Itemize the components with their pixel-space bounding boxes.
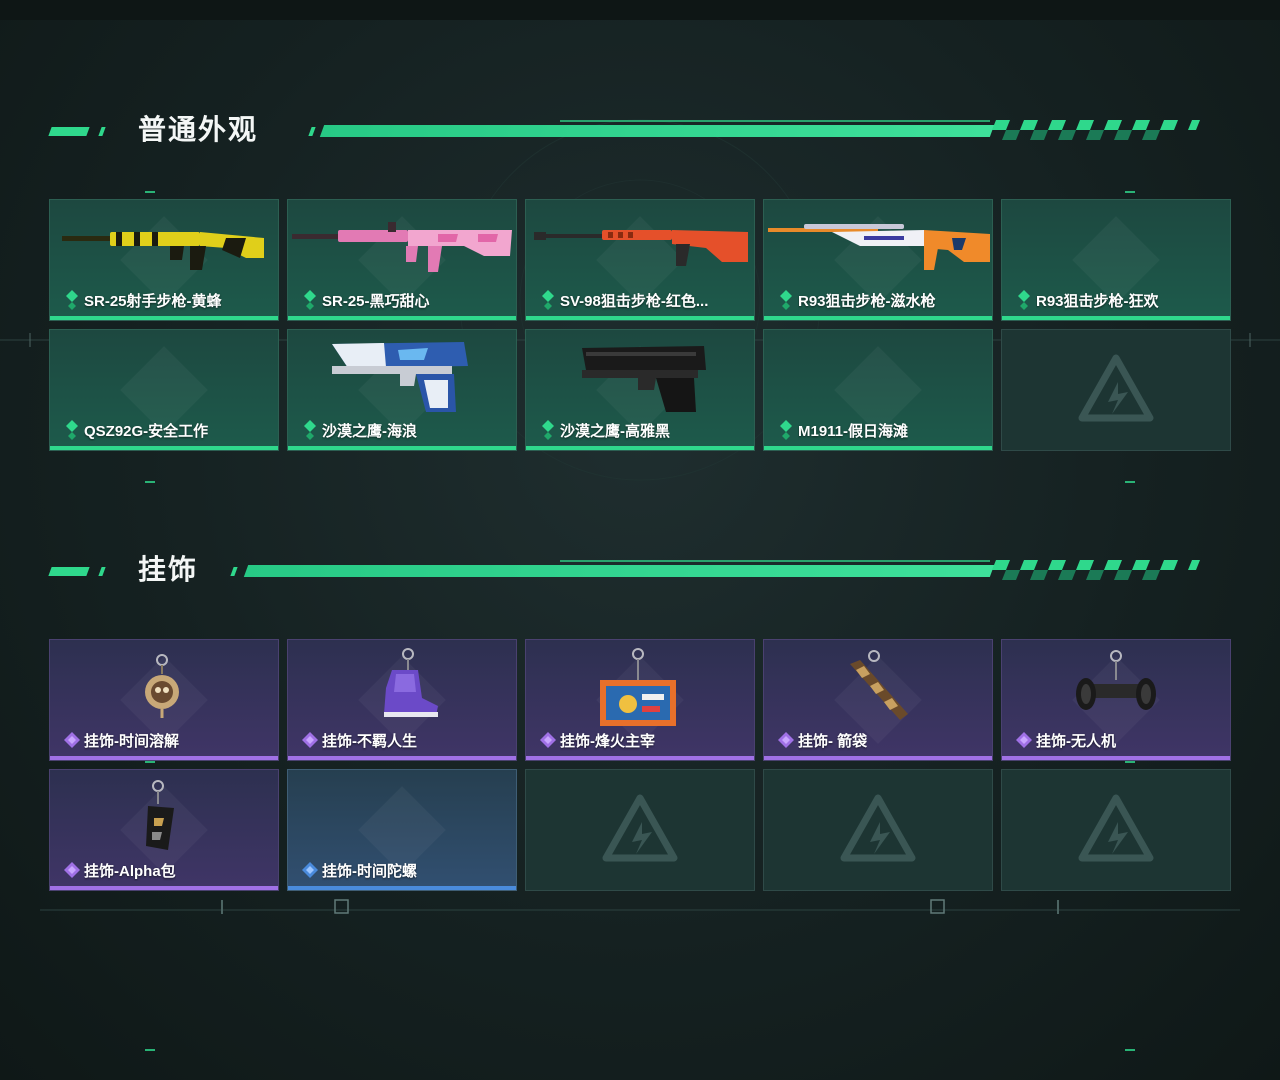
corner-tick [145, 191, 155, 193]
item-card[interactable]: 沙漠之鹰-高雅黑 [525, 329, 755, 451]
section-header-skins: 普通外观 [0, 114, 1280, 160]
rarity-diamond-icon [302, 862, 318, 878]
rarity-diamond-icon [1018, 290, 1030, 310]
sniper-orange-image [768, 224, 990, 270]
header-bar-thin [560, 560, 990, 562]
item-card[interactable]: R93狙击步枪-滋水枪 [763, 199, 993, 321]
header-marker [230, 567, 238, 576]
item-card[interactable]: R93狙击步枪-狂欢 [1001, 199, 1231, 321]
rifle-yellow-image [62, 232, 264, 270]
skins-grid: SR-25射手步枪-黄蜂 SR-25-黑巧甜心 SV-98狙击步枪-红色... … [49, 199, 1231, 451]
charms-grid: 挂饰-时间溶解 挂饰-不羁人生 挂饰-烽火主宰 挂饰- 箭袋 挂饰-无人机 挂饰… [49, 639, 1231, 891]
item-card[interactable]: 挂饰-烽火主宰 [525, 639, 755, 761]
item-name: 挂饰-不羁人生 [322, 733, 417, 750]
sniper-red-image [534, 230, 748, 266]
empty-slot [1001, 769, 1231, 891]
rarity-diamond-icon [778, 732, 794, 748]
rarity-diamond-icon [64, 862, 80, 878]
charm-skull-image [145, 654, 179, 718]
charm-drone-image [1076, 650, 1156, 710]
rarity-diamond-icon [542, 290, 554, 310]
corner-tick [1125, 191, 1135, 193]
header-bar-thin [560, 120, 990, 122]
game-logo-icon [602, 794, 678, 862]
item-name: 挂饰- 箭袋 [798, 733, 868, 750]
item-name: 沙漠之鹰-海浪 [322, 423, 417, 440]
corner-tick [145, 1049, 155, 1051]
game-logo-icon [840, 794, 916, 862]
rarity-diamond-icon [302, 732, 318, 748]
item-card[interactable]: 挂饰-时间陀螺 [287, 769, 517, 891]
pistol-blue-image [332, 342, 468, 412]
corner-tick [1125, 1049, 1135, 1051]
item-name: 沙漠之鹰-高雅黑 [560, 423, 670, 440]
section-header-charms: 挂饰 [0, 554, 1280, 600]
item-card[interactable]: 沙漠之鹰-海浪 [287, 329, 517, 451]
empty-slot [525, 769, 755, 891]
header-marker [48, 567, 90, 576]
item-name: SV-98狙击步枪-红色... [560, 293, 709, 310]
rarity-diamond-icon [304, 420, 316, 440]
header-marker [48, 127, 90, 136]
game-logo-icon [1078, 794, 1154, 862]
item-card[interactable]: 挂饰-时间溶解 [49, 639, 279, 761]
empty-slot [763, 769, 993, 891]
item-name: 挂饰-烽火主宰 [560, 733, 655, 750]
rarity-diamond-icon [64, 732, 80, 748]
item-name: SR-25-黑巧甜心 [322, 293, 430, 310]
item-card[interactable]: 挂饰-不羁人生 [287, 639, 517, 761]
rarity-diamond-icon [780, 420, 792, 440]
charm-box-image [600, 648, 676, 726]
corner-tick [145, 481, 155, 483]
item-card[interactable]: SV-98狙击步枪-红色... [525, 199, 755, 321]
header-bar [243, 565, 995, 577]
item-name: 挂饰-时间陀螺 [322, 863, 417, 880]
charm-bag-image [146, 780, 174, 850]
item-name: SR-25射手步枪-黄蜂 [84, 293, 222, 310]
item-card[interactable]: 挂饰- 箭袋 [763, 639, 993, 761]
item-card[interactable]: M1911-假日海滩 [763, 329, 993, 451]
rarity-diamond-icon [542, 420, 554, 440]
empty-slot [1001, 329, 1231, 451]
rarity-diamond-icon [66, 420, 78, 440]
header-bar [319, 125, 995, 137]
header-checker [992, 560, 1200, 580]
rarity-diamond-icon [66, 290, 78, 310]
pistol-black-image [582, 346, 706, 412]
item-card[interactable]: 挂饰-无人机 [1001, 639, 1231, 761]
game-logo-icon [1078, 354, 1154, 422]
header-checker [992, 120, 1200, 140]
item-name: QSZ92G-安全工作 [84, 423, 209, 440]
item-name: M1911-假日海滩 [798, 423, 909, 440]
section-title: 普通外观 [138, 114, 259, 145]
charm-quiver-image [850, 650, 908, 720]
item-card[interactable]: SR-25-黑巧甜心 [287, 199, 517, 321]
rarity-diamond-icon [780, 290, 792, 310]
item-name: 挂饰-时间溶解 [84, 733, 179, 750]
item-card[interactable]: 挂饰-Alpha包 [49, 769, 279, 891]
header-marker [308, 127, 316, 136]
item-name: 挂饰-无人机 [1036, 733, 1116, 750]
rarity-diamond-icon [1016, 732, 1032, 748]
item-name: R93狙击步枪-狂欢 [1036, 293, 1159, 310]
rarity-diamond-icon [304, 290, 316, 310]
corner-tick [1125, 481, 1135, 483]
charm-shoe-image [384, 648, 438, 717]
item-name: R93狙击步枪-滋水枪 [798, 293, 936, 310]
section-title: 挂饰 [138, 554, 199, 585]
item-card[interactable]: QSZ92G-安全工作 [49, 329, 279, 451]
background-decoration [0, 0, 1280, 914]
item-card[interactable]: SR-25射手步枪-黄蜂 [49, 199, 279, 321]
header-marker [98, 567, 106, 576]
rarity-diamond-icon [540, 732, 556, 748]
rifle-pink-image [292, 222, 512, 272]
header-marker [98, 127, 106, 136]
item-name: 挂饰-Alpha包 [84, 863, 176, 880]
